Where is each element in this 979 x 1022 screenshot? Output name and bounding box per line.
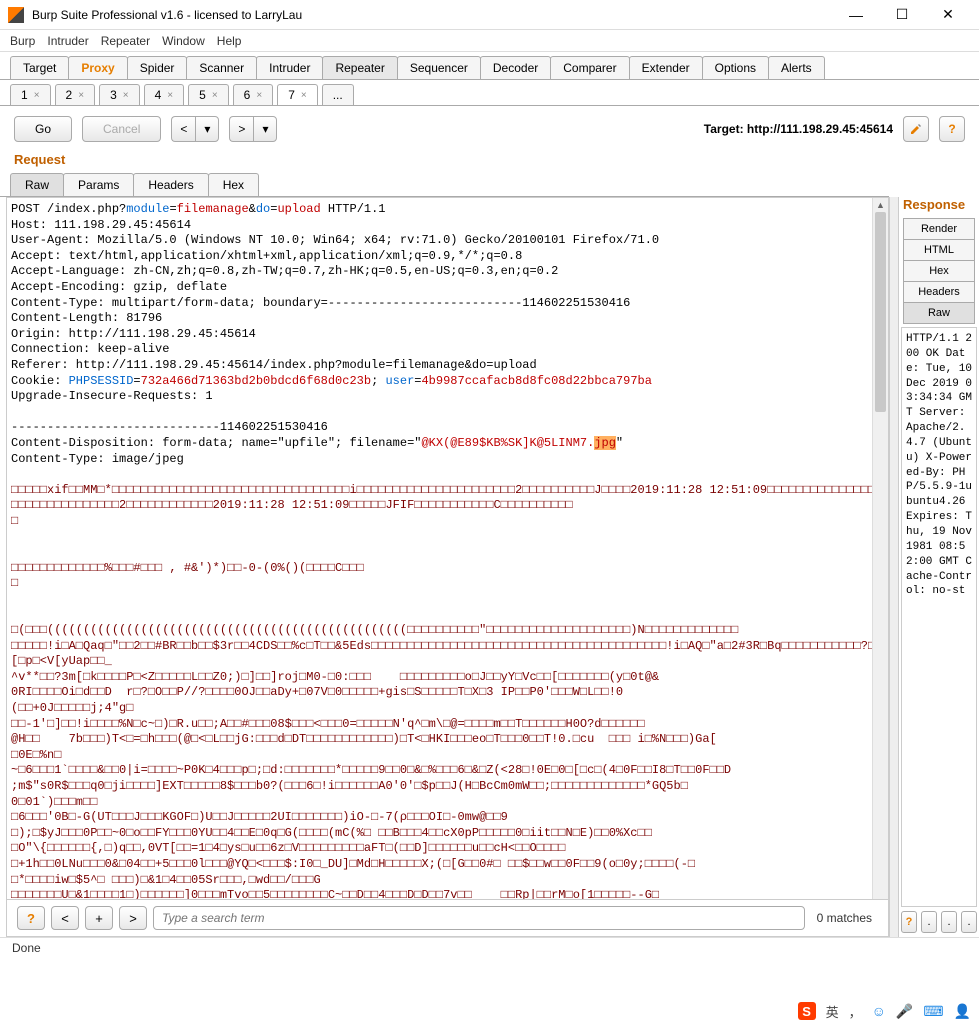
tab-target[interactable]: Target: [10, 56, 69, 79]
request-scrollbar[interactable]: ▲ ▼: [872, 198, 888, 936]
response-search-bar: ? . . .: [899, 907, 979, 937]
response-tabs: Render HTML Hex Headers Raw: [899, 218, 979, 323]
help-icon: ?: [948, 122, 955, 136]
response-text[interactable]: HTTP/1.1 200 OK Date: Tue, 10 Dec 2019 0…: [901, 327, 977, 907]
subtab-hex[interactable]: Hex: [208, 173, 259, 196]
resp-tab-hex[interactable]: Hex: [903, 260, 975, 282]
ime-comma[interactable]: ，: [849, 1002, 862, 1021]
tab-decoder[interactable]: Decoder: [480, 56, 551, 79]
tab-intruder[interactable]: Intruder: [256, 56, 323, 79]
back-icon[interactable]: <: [171, 116, 195, 142]
resp-tab-render[interactable]: Render: [903, 218, 975, 240]
subtab-raw[interactable]: Raw: [10, 173, 64, 196]
session-tab-6[interactable]: 6×: [233, 84, 274, 105]
edit-target-button[interactable]: [903, 116, 929, 142]
session-tab-4[interactable]: 4×: [144, 84, 185, 105]
go-button[interactable]: Go: [14, 116, 72, 142]
repeater-session-tabs: 1× 2× 3× 4× 5× 6× 7× ...: [0, 80, 979, 106]
tab-scanner[interactable]: Scanner: [186, 56, 257, 79]
session-tab-1[interactable]: 1×: [10, 84, 51, 105]
scroll-up-icon[interactable]: ▲: [873, 198, 888, 212]
search-add-button[interactable]: +: [85, 906, 113, 930]
tab-proxy[interactable]: Proxy: [68, 56, 127, 79]
close-icon[interactable]: ×: [123, 90, 129, 101]
request-subtabs: Raw Params Headers Hex: [0, 173, 889, 197]
subtab-headers[interactable]: Headers: [133, 173, 208, 196]
resp-prev-button[interactable]: .: [921, 911, 937, 933]
search-matches: 0 matches: [811, 911, 878, 925]
menu-intruder[interactable]: Intruder: [47, 34, 88, 48]
session-tab-3[interactable]: 3×: [99, 84, 140, 105]
resp-next-button[interactable]: .: [961, 911, 977, 933]
menu-repeater[interactable]: Repeater: [101, 34, 150, 48]
main-tabs: Target Proxy Spider Scanner Intruder Rep…: [0, 52, 979, 80]
ime-lang[interactable]: 英: [826, 1002, 839, 1021]
search-prev-button[interactable]: <: [51, 906, 79, 930]
search-next-button[interactable]: >: [119, 906, 147, 930]
dropdown-icon[interactable]: ▾: [195, 116, 219, 142]
session-tab-more[interactable]: ...: [322, 84, 354, 105]
tab-options[interactable]: Options: [702, 56, 769, 79]
scroll-thumb[interactable]: [875, 212, 886, 412]
sogou-icon[interactable]: S: [798, 1002, 816, 1020]
tab-extender[interactable]: Extender: [629, 56, 703, 79]
search-input[interactable]: [153, 906, 805, 930]
ime-smile-icon[interactable]: ☺: [872, 1003, 886, 1019]
resp-tab-raw[interactable]: Raw: [903, 302, 975, 324]
window-title: Burp Suite Professional v1.6 - licensed …: [32, 8, 833, 22]
app-icon: [8, 7, 24, 23]
close-icon[interactable]: ×: [78, 90, 84, 101]
forward-icon[interactable]: >: [229, 116, 253, 142]
session-tab-7[interactable]: 7×: [277, 84, 318, 105]
request-pane: POST /index.php?module=filemanage&do=upl…: [6, 197, 889, 937]
menu-bar: Burp Intruder Repeater Window Help: [0, 30, 979, 52]
ime-bar: S 英 ， ☺ 🎤 ⌨ 👤: [790, 1000, 979, 1022]
action-bar: Go Cancel < ▾ > ▾ Target: http://111.198…: [0, 106, 979, 152]
history-back[interactable]: < ▾: [171, 116, 219, 142]
request-editor[interactable]: POST /index.php?module=filemanage&do=upl…: [7, 198, 888, 900]
pencil-icon: [909, 122, 923, 136]
close-button[interactable]: ✕: [925, 0, 971, 30]
tab-alerts[interactable]: Alerts: [768, 56, 825, 79]
close-icon[interactable]: ×: [167, 90, 173, 101]
minimize-button[interactable]: —: [833, 0, 879, 30]
content-row: POST /index.php?module=filemanage&do=upl…: [0, 197, 979, 937]
maximize-button[interactable]: ☐: [879, 0, 925, 30]
tab-sequencer[interactable]: Sequencer: [397, 56, 481, 79]
target-label: Target: http://111.198.29.45:45614: [704, 122, 893, 136]
title-bar: Burp Suite Professional v1.6 - licensed …: [0, 0, 979, 30]
session-tab-2[interactable]: 2×: [55, 84, 96, 105]
ime-user-icon[interactable]: 👤: [954, 1003, 971, 1020]
resp-add-button[interactable]: .: [941, 911, 957, 933]
history-forward[interactable]: > ▾: [229, 116, 277, 142]
tab-repeater[interactable]: Repeater: [322, 56, 397, 79]
close-icon[interactable]: ×: [34, 90, 40, 101]
session-tab-5[interactable]: 5×: [188, 84, 229, 105]
tab-comparer[interactable]: Comparer: [550, 56, 629, 79]
tab-spider[interactable]: Spider: [127, 56, 188, 79]
subtab-params[interactable]: Params: [63, 173, 134, 196]
close-icon[interactable]: ×: [256, 90, 262, 101]
status-bar: Done: [0, 937, 979, 959]
splitter[interactable]: [889, 197, 899, 937]
response-title: Response: [899, 197, 979, 218]
ime-mic-icon[interactable]: 🎤: [896, 1003, 913, 1020]
request-title: Request: [0, 152, 889, 173]
search-bar: ? < + > 0 matches: [7, 899, 888, 936]
resp-help-button[interactable]: ?: [901, 911, 917, 933]
search-help-button[interactable]: ?: [17, 906, 45, 930]
menu-burp[interactable]: Burp: [10, 34, 35, 48]
resp-tab-html[interactable]: HTML: [903, 239, 975, 261]
ime-keyboard-icon[interactable]: ⌨: [923, 1003, 943, 1020]
menu-help[interactable]: Help: [217, 34, 242, 48]
menu-window[interactable]: Window: [162, 34, 205, 48]
close-icon[interactable]: ×: [212, 90, 218, 101]
dropdown-icon[interactable]: ▾: [253, 116, 277, 142]
cancel-button[interactable]: Cancel: [82, 116, 161, 142]
help-button[interactable]: ?: [939, 116, 965, 142]
response-pane: Response Render HTML Hex Headers Raw HTT…: [899, 197, 979, 937]
close-icon[interactable]: ×: [301, 90, 307, 101]
resp-tab-headers[interactable]: Headers: [903, 281, 975, 303]
